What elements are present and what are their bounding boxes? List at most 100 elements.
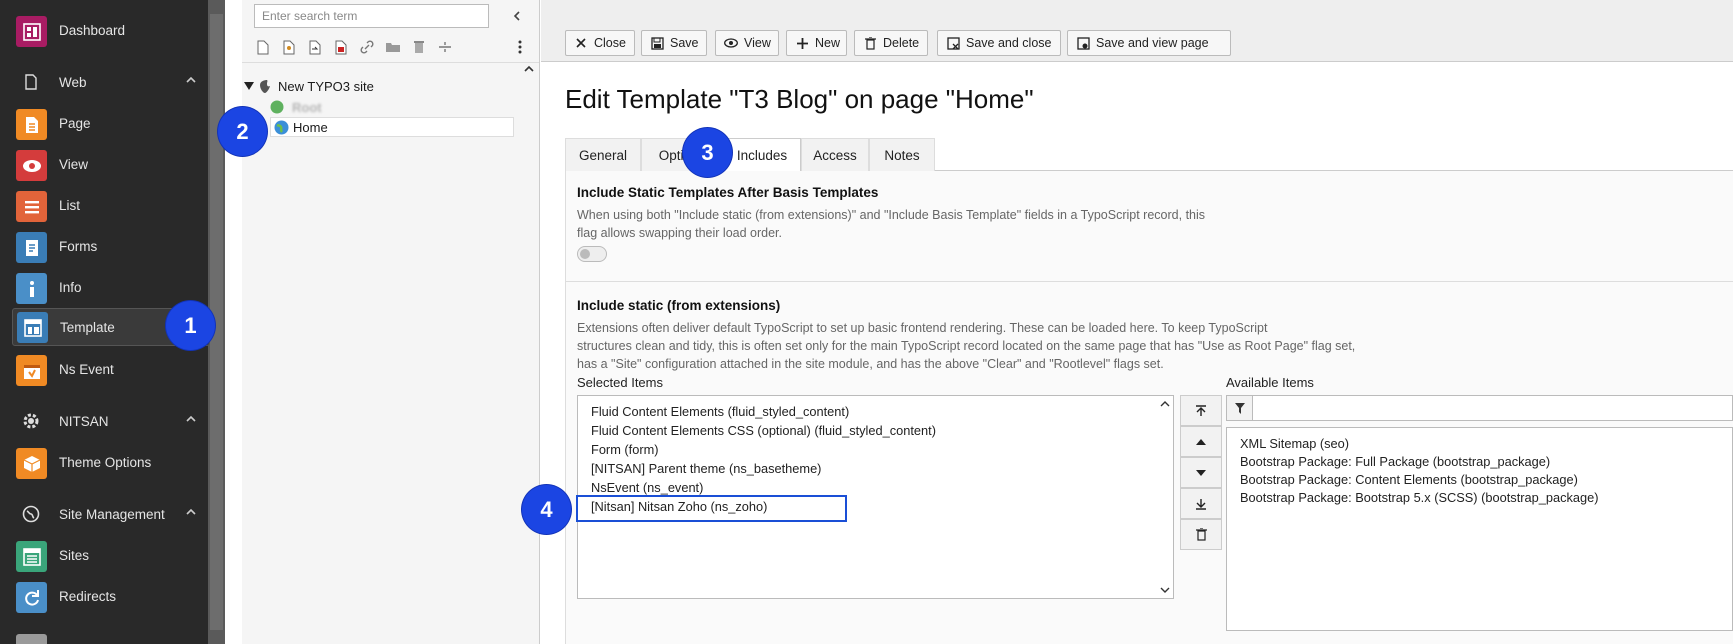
tab-bar: General Options Includes Access Notes: [565, 138, 1733, 172]
arrow-up-icon: [1196, 438, 1206, 445]
list-item[interactable]: Fluid Content Elements (fluid_styled_con…: [591, 404, 849, 419]
chevron-up-icon[interactable]: [184, 412, 198, 426]
available-items-label: Available Items: [1226, 375, 1314, 390]
section-description: When using both "Include static (from ex…: [577, 208, 1206, 222]
content-area: Close Save View New Delete Save and clos…: [541, 0, 1733, 644]
module-label: Page: [59, 115, 91, 131]
new-page-icon[interactable]: [254, 38, 272, 56]
doc-header: Close Save View New Delete Save and clos…: [541, 0, 1733, 62]
theme-options-icon: [16, 448, 47, 479]
list-scrollbar[interactable]: [1158, 397, 1172, 597]
module-label: View: [59, 156, 89, 172]
template-icon: [17, 312, 48, 343]
dashboard-icon: [16, 16, 47, 47]
move-to-bottom-button[interactable]: [1180, 488, 1222, 519]
module-forms[interactable]: Forms: [0, 228, 208, 264]
tree-node-site[interactable]: New TYPO3 site: [242, 76, 522, 96]
group-label: Web: [59, 74, 87, 90]
globe-icon: [270, 100, 284, 114]
redirects-icon: [16, 582, 47, 613]
tree-search-input[interactable]: [254, 4, 489, 28]
new-page-shortcut-icon[interactable]: [332, 38, 350, 56]
collapse-tree-icon[interactable]: [510, 8, 524, 24]
module-redirects[interactable]: Redirects: [0, 578, 208, 614]
chevron-up-icon[interactable]: [184, 505, 198, 519]
button-label: Delete: [883, 36, 920, 50]
available-items-list[interactable]: XML Sitemap (seo) Bootstrap Package: Ful…: [1226, 427, 1733, 631]
list-item[interactable]: NsEvent (ns_event): [591, 480, 703, 495]
tree-node-label: Home: [293, 119, 328, 135]
more-options-icon[interactable]: [511, 38, 529, 56]
typo3-logo-icon: [260, 80, 270, 93]
group-nitsan[interactable]: NITSAN: [0, 406, 208, 436]
chevron-up-icon[interactable]: [184, 73, 198, 87]
module-label: Redirects: [59, 588, 117, 604]
page-icon: [16, 109, 47, 140]
module-ns-event[interactable]: Ns Event: [0, 351, 208, 387]
tab-access[interactable]: Access: [801, 138, 869, 171]
step-callout: 2: [218, 107, 267, 156]
trash-icon: [863, 36, 877, 50]
save-button[interactable]: Save: [641, 30, 707, 56]
group-web[interactable]: Web: [0, 67, 208, 97]
module-theme-options[interactable]: Theme Options: [0, 444, 208, 480]
new-page-user-icon[interactable]: [280, 38, 298, 56]
list-item[interactable]: Fluid Content Elements CSS (optional) (f…: [591, 423, 936, 438]
tab-includes[interactable]: Includes: [723, 138, 801, 172]
new-button[interactable]: New: [786, 30, 847, 56]
divider-icon[interactable]: [436, 38, 454, 56]
available-filter-field[interactable]: [1226, 395, 1733, 421]
save-and-view-button[interactable]: Save and view page: [1067, 30, 1231, 56]
folder-icon[interactable]: [384, 38, 402, 56]
save-close-icon: [946, 36, 960, 50]
list-item[interactable]: Bootstrap Package: Bootstrap 5.x (SCSS) …: [1240, 490, 1599, 505]
info-icon: [16, 273, 47, 304]
move-top-icon: [1196, 404, 1206, 416]
save-and-close-button[interactable]: Save and close: [937, 30, 1061, 56]
list-item[interactable]: XML Sitemap (seo): [1240, 436, 1349, 451]
tree-toolbar: [252, 36, 530, 58]
caret-down-icon[interactable]: [244, 81, 254, 91]
list-item[interactable]: Bootstrap Package: Full Package (bootstr…: [1240, 454, 1550, 469]
plus-icon: [795, 36, 809, 50]
move-down-button[interactable]: [1180, 457, 1222, 488]
section-description: Extensions often deliver default TypoScr…: [577, 321, 1268, 335]
list-item[interactable]: Bootstrap Package: Content Elements (boo…: [1240, 472, 1578, 487]
list-item[interactable]: Form (form): [591, 442, 659, 457]
typo3-backend: Dashboard Web Page View List Forms Info …: [0, 0, 1733, 644]
section-divider: [565, 281, 1733, 282]
sites-icon: [16, 541, 47, 572]
module-view[interactable]: View: [0, 146, 208, 182]
tree-node-home[interactable]: Home: [270, 117, 514, 137]
tree-scroll-up-icon[interactable]: [523, 63, 535, 75]
gear-icon: [22, 412, 40, 430]
button-label: View: [744, 36, 771, 50]
tab-notes[interactable]: Notes: [869, 138, 935, 171]
link-icon[interactable]: [358, 38, 376, 56]
filter-icon: [1227, 396, 1253, 420]
section-description: flag allows swapping their load order.: [577, 226, 782, 240]
move-to-top-button[interactable]: [1180, 395, 1222, 426]
group-site-management[interactable]: Site Management: [0, 499, 208, 529]
module-page[interactable]: Page: [0, 105, 208, 141]
recycler-icon[interactable]: [410, 38, 428, 56]
tab-general[interactable]: General: [565, 138, 641, 171]
tree-node-root[interactable]: Root: [242, 97, 522, 117]
remove-item-button[interactable]: [1180, 519, 1222, 550]
module-list[interactable]: List: [0, 187, 208, 223]
view-button[interactable]: View: [715, 30, 779, 56]
module-label: Theme Options: [59, 454, 152, 470]
module-sites[interactable]: Sites: [0, 537, 208, 573]
module-dashboard[interactable]: Dashboard: [0, 12, 208, 48]
button-label: Close: [594, 36, 626, 50]
list-item[interactable]: [NITSAN] Parent theme (ns_basetheme): [591, 461, 821, 476]
button-label: Save and close: [966, 36, 1052, 50]
include-static-after-basis-toggle[interactable]: [577, 246, 607, 262]
module-info[interactable]: Info: [0, 269, 208, 305]
page-tree-panel: New TYPO3 site Root Home: [242, 0, 540, 644]
new-page-link-icon[interactable]: [306, 38, 324, 56]
close-button[interactable]: Close: [565, 30, 635, 56]
move-up-button[interactable]: [1180, 426, 1222, 457]
delete-button[interactable]: Delete: [854, 30, 928, 56]
module-label: Ns Event: [59, 361, 114, 377]
